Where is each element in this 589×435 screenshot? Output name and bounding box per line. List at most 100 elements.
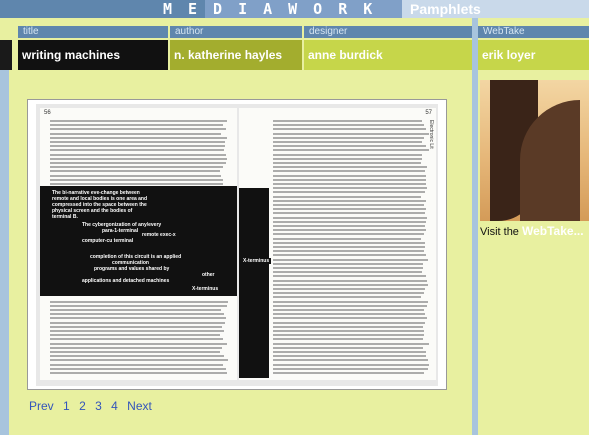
text-line [50, 343, 227, 345]
text-line [273, 351, 426, 353]
masked-phrase: applications and detached machines [80, 278, 171, 284]
next-link[interactable]: Next [127, 399, 152, 413]
text-line [273, 347, 423, 349]
text-line [273, 309, 424, 311]
text-line [273, 217, 427, 219]
left-marker [0, 40, 12, 70]
text-line [273, 280, 427, 282]
text-line [273, 233, 424, 235]
text-line [273, 179, 426, 181]
webtake-link-label[interactable]: WebTake... [522, 224, 584, 238]
title-header: title [18, 26, 168, 38]
text-line [273, 208, 426, 210]
text-line [273, 145, 426, 147]
text-line [273, 313, 425, 315]
text-line [273, 338, 423, 340]
left-rail [0, 70, 9, 435]
text-line [273, 275, 426, 277]
top-banner: MEDIAWORK Pamphlets [0, 0, 589, 18]
prev-link[interactable]: Prev [29, 399, 54, 413]
text-line [50, 149, 224, 151]
collage-black-strip [239, 188, 269, 378]
text-line [273, 154, 422, 156]
text-line [273, 330, 424, 332]
masked-phrase: terminal B. [50, 214, 80, 220]
text-line [273, 355, 426, 357]
masked-phrase: X-terminus [241, 258, 271, 264]
webtake-thumbnail[interactable] [480, 80, 589, 221]
left-page: 56 The bi-narrative eve-change between r… [40, 108, 237, 380]
text-line [273, 364, 429, 366]
webtake-value: erik loyer [478, 40, 589, 70]
text-line [273, 221, 426, 223]
masked-phrase: computer-cu terminal [80, 238, 135, 244]
text-line [273, 149, 429, 151]
text-line [50, 364, 223, 366]
text-line [273, 128, 426, 130]
masked-phrase: X-terminus [190, 286, 220, 292]
text-line [50, 347, 222, 349]
text-line [50, 338, 223, 340]
text-line [50, 301, 228, 303]
text-line [273, 267, 423, 269]
text-line [273, 305, 427, 307]
text-line [273, 212, 425, 214]
text-line [273, 292, 424, 294]
text-line [50, 162, 226, 164]
text-line [50, 179, 223, 181]
text-line [50, 351, 220, 353]
text-line [273, 288, 425, 290]
text-line [273, 263, 423, 265]
text-line [273, 187, 427, 189]
webtake-link[interactable]: Visit the WebTake... [480, 224, 584, 238]
text-line [273, 133, 429, 135]
book-spread-image: 56 The bi-narrative eve-change between r… [27, 99, 447, 390]
text-line [273, 242, 425, 244]
text-line [273, 372, 424, 374]
text-line [273, 229, 426, 231]
text-line [50, 183, 223, 185]
text-line [50, 359, 228, 361]
text-line [50, 313, 224, 315]
page-link-3[interactable]: 3 [95, 399, 102, 413]
designer-header: designer [304, 26, 472, 38]
text-line [50, 368, 226, 370]
text-line [273, 301, 428, 303]
text-line [273, 284, 428, 286]
author-header: author [170, 26, 302, 38]
text-line [273, 158, 422, 160]
masked-phrase: remote exec-x [140, 232, 178, 238]
brand-logo[interactable]: MEDIAWORK [163, 0, 388, 18]
text-line [273, 120, 422, 122]
page-link-2[interactable]: 2 [79, 399, 86, 413]
text-line [273, 343, 429, 345]
masked-phrase: programs and values shared by [92, 266, 171, 272]
text-line [50, 305, 227, 307]
text-line [273, 334, 424, 336]
text-line [50, 372, 227, 374]
page-link-1[interactable]: 1 [63, 399, 70, 413]
masked-phrase: para-1-terminal [100, 228, 140, 234]
text-line [50, 326, 222, 328]
designer-value: anne burdick [304, 40, 472, 70]
text-line [50, 330, 224, 332]
running-head: Electronic Lit [428, 120, 434, 149]
pagination: Prev 1 2 3 4 Next [29, 398, 158, 414]
text-line [50, 145, 225, 147]
text-line [50, 317, 226, 319]
text-line [50, 141, 225, 143]
text-line [50, 309, 221, 311]
text-line [273, 166, 427, 168]
text-line [50, 158, 227, 160]
page-link-4[interactable]: 4 [111, 399, 118, 413]
title-value: writing machines [18, 40, 168, 70]
column-divider [472, 18, 478, 435]
text-line [273, 326, 423, 328]
text-line [50, 154, 226, 156]
author-value: n. katherine hayles [170, 40, 302, 70]
text-line [273, 204, 424, 206]
text-line [273, 246, 425, 248]
text-line [50, 133, 221, 135]
text-line [50, 334, 220, 336]
text-line [273, 124, 424, 126]
